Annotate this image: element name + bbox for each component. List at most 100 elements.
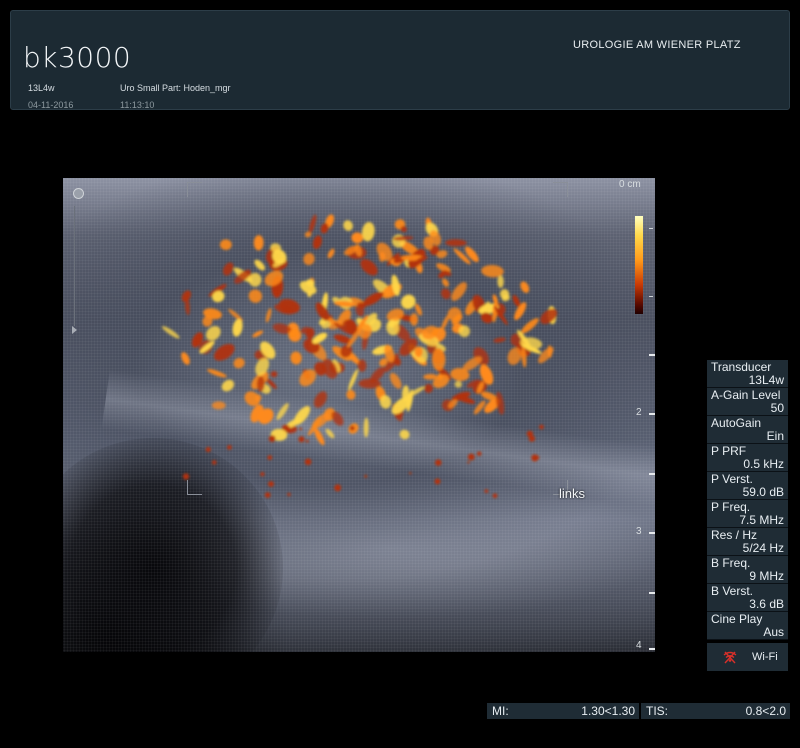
doppler-signal — [451, 282, 467, 301]
doppler-signal — [521, 318, 539, 334]
mi-label: MI: — [492, 704, 509, 718]
doppler-signal — [467, 453, 475, 461]
depth-tick — [649, 413, 655, 415]
param-block: B Freq. 9 MHz — [707, 556, 788, 584]
doppler-signal — [223, 262, 234, 276]
doppler-signal — [214, 343, 235, 361]
wifi-disabled-icon — [723, 651, 737, 664]
doppler-signal — [442, 278, 449, 287]
doppler-signal — [303, 252, 315, 266]
doppler-signal — [492, 493, 498, 499]
doppler-signal — [467, 461, 470, 464]
doppler-signal — [362, 291, 384, 306]
doppler-signal — [441, 288, 451, 300]
doppler-signal — [265, 308, 272, 323]
doppler-signal — [260, 472, 265, 477]
doppler-signal — [325, 428, 335, 439]
param-block: A-Gain Level 50 — [707, 388, 788, 416]
doppler-signal — [287, 492, 291, 497]
depth-mark-3: 3 — [636, 526, 642, 537]
roi-corner-tl — [187, 182, 202, 197]
doppler-signal — [255, 357, 270, 376]
param-value: Aus — [763, 625, 784, 639]
param-value: Ein — [766, 429, 784, 443]
doppler-signal — [410, 313, 418, 326]
exam-date: 04-11-2016 — [28, 100, 74, 110]
doppler-signal — [350, 425, 355, 431]
exam-time: 11:13:10 — [120, 100, 155, 110]
param-value: 0.5 kHz — [743, 457, 784, 471]
doppler-signal — [360, 259, 378, 276]
doppler-signal — [484, 489, 489, 493]
doppler-signal — [539, 424, 544, 430]
doppler-signal — [220, 239, 232, 251]
doppler-signal — [327, 248, 335, 259]
focus-line — [74, 206, 75, 326]
doppler-signal — [252, 330, 264, 338]
doppler-signal — [312, 235, 322, 250]
doppler-signal — [497, 275, 504, 288]
param-block: Res / Hz 5/24 Hz — [707, 528, 788, 556]
doppler-signal — [205, 447, 211, 452]
depth-mark-4: 4 — [636, 640, 642, 651]
param-value: 5/24 Hz — [742, 541, 784, 555]
doppler-signal — [276, 403, 289, 420]
tis-label: TIS: — [646, 704, 669, 718]
doppler-signal — [447, 307, 462, 322]
doppler-signal — [343, 220, 353, 231]
doppler-signal — [334, 484, 342, 492]
param-value: 50 — [770, 401, 784, 415]
doppler-signal — [314, 428, 325, 446]
header-bar: bk3000 13L4w Uro Small Part: Hoden_mgr 0… — [10, 10, 790, 110]
param-value: 7.5 MHz — [739, 513, 784, 527]
doppler-signal — [308, 214, 317, 234]
wifi-status[interactable]: Wi-Fi — [707, 643, 788, 671]
doppler-signal — [401, 294, 416, 309]
doppler-signal — [228, 308, 243, 322]
doppler-signal — [389, 372, 402, 389]
doppler-signal — [227, 445, 232, 450]
doppler-signal — [253, 235, 264, 251]
doppler-signal — [445, 239, 467, 247]
doppler-signal — [267, 455, 273, 460]
depth-tick-minor — [649, 592, 655, 594]
depth-tick-minor — [649, 354, 655, 356]
doppler-signal — [434, 478, 441, 485]
doppler-signal — [278, 298, 300, 314]
tis-readout: TIS: 0.8<2.0 — [641, 703, 790, 719]
doppler-signal — [207, 368, 227, 378]
param-block: B Verst. 3.6 dB — [707, 584, 788, 612]
doppler-signal — [181, 290, 192, 302]
doppler-signal — [520, 281, 530, 293]
param-block: P PRF 0.5 kHz — [707, 444, 788, 472]
preset-label: Uro Small Part: Hoden_mgr — [120, 83, 231, 93]
doppler-signal — [212, 460, 217, 465]
doppler-signal — [290, 351, 302, 365]
doppler-signal — [477, 451, 482, 456]
doppler-signal — [233, 357, 245, 369]
ultrasound-image[interactable]: 0 cm 2 3 4 links — [63, 178, 655, 652]
param-block: P Verst. 59.0 dB — [707, 472, 788, 500]
doppler-signal — [254, 259, 265, 271]
mi-value: 1.30<1.30 — [581, 704, 635, 718]
wifi-label: Wi-Fi — [752, 651, 778, 663]
doppler-signal — [399, 429, 410, 440]
doppler-signal — [211, 401, 226, 410]
tis-value: 0.8<2.0 — [745, 704, 786, 718]
depth-tick-minor — [649, 473, 655, 475]
param-value: 9 MHz — [749, 569, 784, 583]
depth-mark-2: 2 — [636, 407, 642, 418]
doppler-signal — [493, 337, 506, 343]
doppler-signal — [304, 458, 312, 466]
doppler-signal — [298, 436, 305, 443]
institution-name: UROLOGIE AM WIENER PLATZ — [573, 39, 741, 51]
depth-tick — [649, 648, 655, 650]
parameter-panel: Transducer 13L4w A-Gain Level 50 AutoGain Ein… — [707, 360, 788, 671]
side-annotation: links — [559, 486, 586, 501]
doppler-signal — [454, 380, 462, 388]
doppler-signal — [268, 435, 276, 442]
doppler-signal — [314, 391, 327, 408]
depth-tick — [649, 532, 655, 534]
doppler-signal — [221, 379, 235, 392]
probe-label: 13L4w — [28, 83, 55, 93]
